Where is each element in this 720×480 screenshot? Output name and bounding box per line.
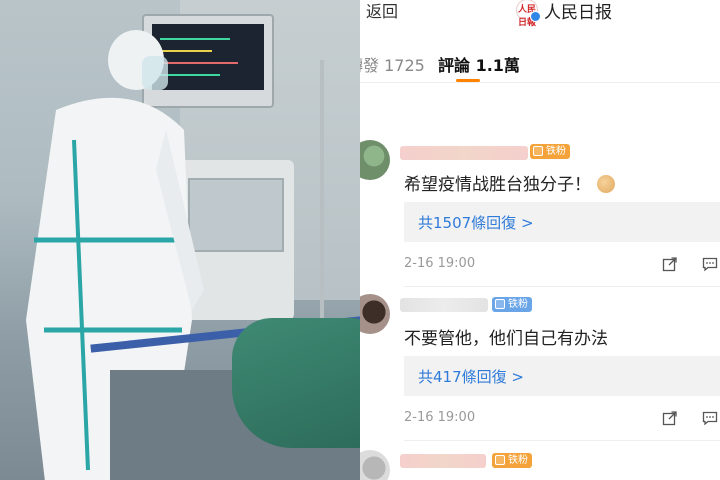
comment-time: 2-16 19:00 xyxy=(404,256,476,271)
comment-tabs: 轉發 1725 評論 1.1萬 xyxy=(360,46,720,83)
comment-text: 不要管他，他们自己有办法 xyxy=(404,329,608,349)
active-tab-indicator xyxy=(456,79,480,82)
replies-link[interactable]: 共417條回復 > xyxy=(418,366,524,387)
fan-badge: 铁粉 xyxy=(492,297,532,312)
blurred-username[interactable] xyxy=(400,454,486,468)
avatar[interactable] xyxy=(360,294,390,334)
avatar[interactable] xyxy=(360,450,390,480)
badge-icon xyxy=(495,455,505,465)
account-header[interactable]: 人民日報 人民日报 xyxy=(516,0,612,28)
share-icon[interactable] xyxy=(662,410,678,426)
weibo-comment-screen: 返回 人民日報 人民日报 轉發 1725 評論 1.1萬 铁粉 希望疫情战胜台独… xyxy=(360,0,720,480)
badge-icon xyxy=(495,299,505,309)
tab-reposts[interactable]: 轉發 1725 xyxy=(360,52,425,76)
back-button[interactable]: 返回 xyxy=(366,0,398,22)
share-icon[interactable] xyxy=(662,256,678,272)
badge-icon xyxy=(533,146,543,156)
fan-badge: 铁粉 xyxy=(530,144,570,159)
avatar[interactable] xyxy=(360,140,390,180)
verified-icon xyxy=(530,11,541,22)
fan-badge: 铁粉 xyxy=(492,453,532,468)
replies-link[interactable]: 共1507條回復 > xyxy=(418,212,534,233)
comment-icon[interactable] xyxy=(702,410,718,426)
blurred-username[interactable] xyxy=(400,146,528,160)
flexed-biceps-icon xyxy=(597,175,615,193)
patient-drape xyxy=(232,318,360,448)
tab-comments[interactable]: 評論 1.1萬 xyxy=(438,52,520,76)
divider xyxy=(404,440,720,441)
replies-box[interactable]: 共1507條回復 > xyxy=(404,202,720,242)
comment-text: 希望疫情战胜台独分子！ xyxy=(404,170,615,195)
account-name: 人民日报 xyxy=(544,2,612,23)
news-photo xyxy=(0,0,360,480)
top-bar: 返回 人民日報 人民日报 xyxy=(360,0,720,30)
blurred-username[interactable] xyxy=(400,298,488,312)
replies-box[interactable]: 共417條回復 > xyxy=(404,356,720,396)
divider xyxy=(404,286,720,287)
comment-icon[interactable] xyxy=(702,256,718,272)
comment-time: 2-16 19:00 xyxy=(404,410,476,425)
account-logo: 人民日報 xyxy=(516,0,541,28)
